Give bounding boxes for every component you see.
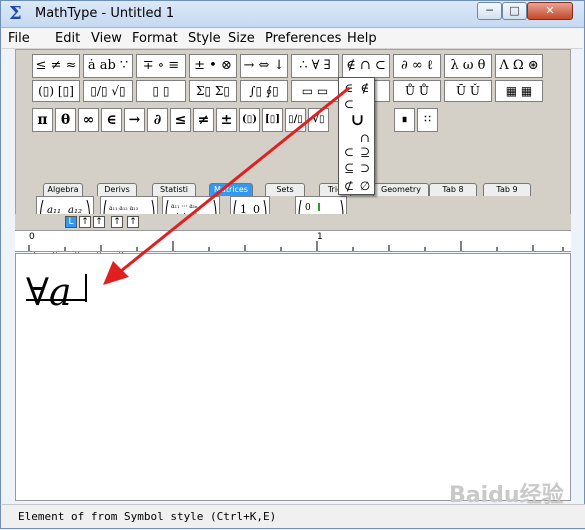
palette-spaces[interactable]: ȧ ab ∵: [83, 54, 133, 78]
symbol-fraction[interactable]: ▯/▯: [285, 108, 306, 132]
svg-text:a₁₁ ⋯ a₁ₙ: a₁₁ ⋯ a₁ₙ: [171, 203, 198, 210]
symbol-theta[interactable]: θ: [55, 108, 76, 132]
palette-operators[interactable]: ± • ⊗: [189, 54, 237, 78]
mathtype-app-icon: Σ: [9, 3, 22, 24]
symbol-colon[interactable]: ∷: [417, 108, 438, 132]
symbol-partial[interactable]: ∂: [147, 108, 168, 132]
dd-union[interactable]: ∪: [341, 112, 374, 128]
palette-set-operations[interactable]: Ū Ǔ: [444, 80, 492, 102]
palette-arrows[interactable]: → ⇔ ↓: [240, 54, 288, 78]
tab-8[interactable]: Tab 8: [429, 183, 477, 196]
ruler[interactable]: 0 1: [15, 230, 571, 252]
symbol-right-arrow[interactable]: →: [124, 108, 145, 132]
minimize-button[interactable]: ─: [477, 2, 502, 20]
symbol-brackets[interactable]: [▯]: [262, 108, 283, 132]
mathtype-window: Σ MathType - Untitled 1 ─ □ ✕ File Edit …: [0, 0, 585, 529]
ruler-label-one: 1: [317, 232, 323, 242]
symbol-pi[interactable]: π: [32, 108, 53, 132]
ruler-label-zero: 0: [29, 232, 35, 242]
palette-subscripts[interactable]: ▯ ▯: [136, 80, 186, 102]
menu-style[interactable]: Style: [188, 31, 221, 46]
symbol-radical[interactable]: √▯: [308, 108, 329, 132]
tab-statistics[interactable]: Statisti: [152, 183, 196, 196]
dd-not-element-of[interactable]: ∉: [357, 80, 373, 96]
ruler-ticks: [28, 241, 564, 251]
palette-misc-symbols[interactable]: ∂ ∞ ℓ: [393, 54, 441, 78]
palette-fractions-radicals[interactable]: ▯/▯ √▯: [83, 80, 133, 102]
svg-text:0: 0: [305, 203, 311, 213]
menu-edit[interactable]: Edit: [55, 31, 80, 46]
palette-matrices[interactable]: ▦ ▦: [495, 80, 543, 102]
menu-help[interactable]: Help: [347, 31, 377, 46]
menu-bar: File Edit View Format Style Size Prefere…: [2, 29, 583, 49]
dd-empty-set[interactable]: ∅: [357, 178, 373, 194]
equation-editor[interactable]: ∀a: [15, 253, 571, 501]
tab-9[interactable]: Tab 9: [483, 183, 531, 196]
menu-view[interactable]: View: [91, 31, 122, 46]
tab-stop-decimal-button[interactable]: ↑: [127, 216, 139, 228]
dd-superset-equal[interactable]: ⊇: [357, 144, 373, 160]
symbol-less-equal[interactable]: ≤: [170, 108, 191, 132]
symbol-infinity[interactable]: ∞: [78, 108, 99, 132]
tab-stop-center-button[interactable]: ↑: [79, 216, 91, 228]
palette-greek-upper[interactable]: Λ Ω ⊛: [495, 54, 543, 78]
insertion-caret: [85, 274, 87, 302]
close-button[interactable]: ✕: [527, 2, 573, 20]
palette-underbars[interactable]: ▭ ▭: [291, 80, 339, 102]
symbol-plus-minus[interactable]: ±: [216, 108, 237, 132]
tab-stop-relation-button[interactable]: ↑: [111, 216, 123, 228]
palette-embellishments[interactable]: ∓ ∘ ≡: [136, 54, 186, 78]
symbol-not-equal[interactable]: ≠: [193, 108, 214, 132]
set-theory-dropdown: ∈ ∉ ⊂ ∪ ∩ ⊂ ⊃ ⊆ ⊇ ⊄ ∅: [338, 77, 375, 195]
palette-fences[interactable]: (▯) [▯]: [32, 80, 80, 102]
tab-geometry[interactable]: Geometry: [373, 183, 429, 196]
tab-matrices[interactable]: Matrices: [209, 183, 253, 196]
dd-not-subset[interactable]: ⊄: [341, 178, 357, 194]
dd-element-of[interactable]: ∈: [341, 80, 357, 96]
dd-proper-subset[interactable]: ⊂: [341, 144, 357, 160]
menu-format[interactable]: Format: [132, 31, 178, 46]
palette-greek-lower[interactable]: λ ω θ: [444, 54, 492, 78]
selection-underline: [26, 299, 85, 301]
tab-derivs[interactable]: Derivs: [97, 183, 137, 196]
symbol-element-of[interactable]: ∈: [101, 108, 122, 132]
mathtype-toolbar: ≤ ≠ ≈ ȧ ab ∵ ∓ ∘ ≡ ± • ⊗ → ⇔ ↓ ∴ ∀ ∃ ∉ ∩…: [15, 49, 571, 259]
palette-summations[interactable]: Σ▯ Σ▯: [189, 80, 237, 102]
title-bar: Σ MathType - Untitled 1 ─ □ ✕: [1, 1, 584, 28]
palette-set-theory[interactable]: ∉ ∩ ⊂: [342, 54, 390, 78]
dd-superset[interactable]: ⊃: [357, 160, 373, 176]
svg-text:a₁₁ a₁₂ a₁₃: a₁₁ a₁₂ a₁₃: [109, 205, 139, 212]
ruler-buttons-row: L ↑ ↑ ↑ ↑: [15, 214, 571, 230]
palette-products[interactable]: Ů Ů: [393, 80, 441, 102]
tab-sets[interactable]: Sets: [265, 183, 305, 196]
dd-subset-equal[interactable]: ⊆: [341, 160, 357, 176]
menu-preferences[interactable]: Preferences: [265, 31, 341, 46]
tab-stop-left-button[interactable]: L: [65, 216, 77, 228]
symbol-box[interactable]: ∎: [394, 108, 415, 132]
menu-size[interactable]: Size: [228, 31, 255, 46]
menu-file[interactable]: File: [8, 31, 30, 46]
maximize-button[interactable]: □: [502, 2, 527, 20]
palette-logic[interactable]: ∴ ∀ ∃: [291, 54, 339, 78]
status-text: Element of from Symbol style (Ctrl+K,E): [18, 510, 277, 523]
symbol-parentheses[interactable]: (▯): [239, 108, 260, 132]
tab-algebra[interactable]: Algebra: [43, 183, 83, 196]
window-title: MathType - Untitled 1: [35, 6, 175, 21]
palette-integrals[interactable]: ∫▯ ∮▯: [240, 80, 288, 102]
status-bar: Element of from Symbol style (Ctrl+K,E): [2, 504, 585, 528]
palette-relations[interactable]: ≤ ≠ ≈: [32, 54, 80, 78]
tab-stop-right-button[interactable]: ↑: [93, 216, 105, 228]
equation-formula[interactable]: ∀a: [26, 270, 72, 314]
